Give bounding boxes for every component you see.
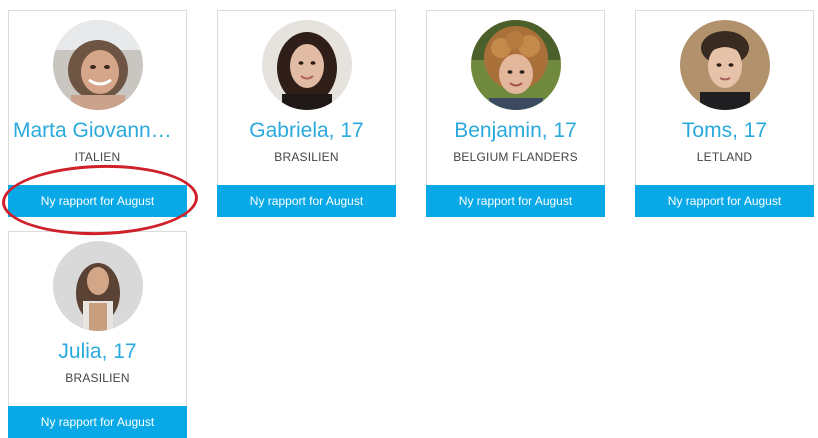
- student-card: Marta Giovanna ... ITALIEN Ny rapport fo…: [8, 10, 187, 217]
- new-report-button[interactable]: Ny rapport for August: [8, 185, 187, 217]
- student-country: BRASILIEN: [274, 150, 339, 164]
- student-country: LETLAND: [696, 150, 753, 164]
- student-name[interactable]: Marta Giovanna ...: [13, 119, 182, 143]
- student-card: Toms, 17 LETLAND Ny rapport for August: [635, 10, 814, 217]
- student-avatar[interactable]: [52, 20, 143, 110]
- student-card: Gabriela, 17 BRASILIEN Ny rapport for Au…: [217, 10, 396, 217]
- student-name[interactable]: Benjamin, 17: [431, 119, 600, 143]
- avatar-photo: [52, 20, 143, 110]
- student-card: Julia, 17 BRASILIEN Ny rapport for Augus…: [8, 231, 187, 438]
- new-report-button[interactable]: Ny rapport for August: [635, 185, 814, 217]
- student-avatar[interactable]: [52, 241, 143, 331]
- student-avatar[interactable]: [679, 20, 770, 110]
- avatar-photo: [470, 20, 561, 110]
- student-country: BELGIUM FLANDERS: [453, 150, 578, 164]
- student-name[interactable]: Julia, 17: [13, 340, 182, 364]
- avatar-photo: [261, 20, 352, 110]
- avatar-photo: [679, 20, 770, 110]
- new-report-button[interactable]: Ny rapport for August: [8, 406, 187, 438]
- new-report-button[interactable]: Ny rapport for August: [217, 185, 396, 217]
- student-name[interactable]: Toms, 17: [640, 119, 809, 143]
- avatar-photo: [52, 241, 143, 331]
- student-avatar[interactable]: [261, 20, 352, 110]
- student-card: Benjamin, 17 BELGIUM FLANDERS Ny rapport…: [426, 10, 605, 217]
- student-name[interactable]: Gabriela, 17: [222, 119, 391, 143]
- new-report-button[interactable]: Ny rapport for August: [426, 185, 605, 217]
- student-country: ITALIEN: [74, 150, 121, 164]
- student-country: BRASILIEN: [65, 371, 130, 385]
- student-avatar[interactable]: [470, 20, 561, 110]
